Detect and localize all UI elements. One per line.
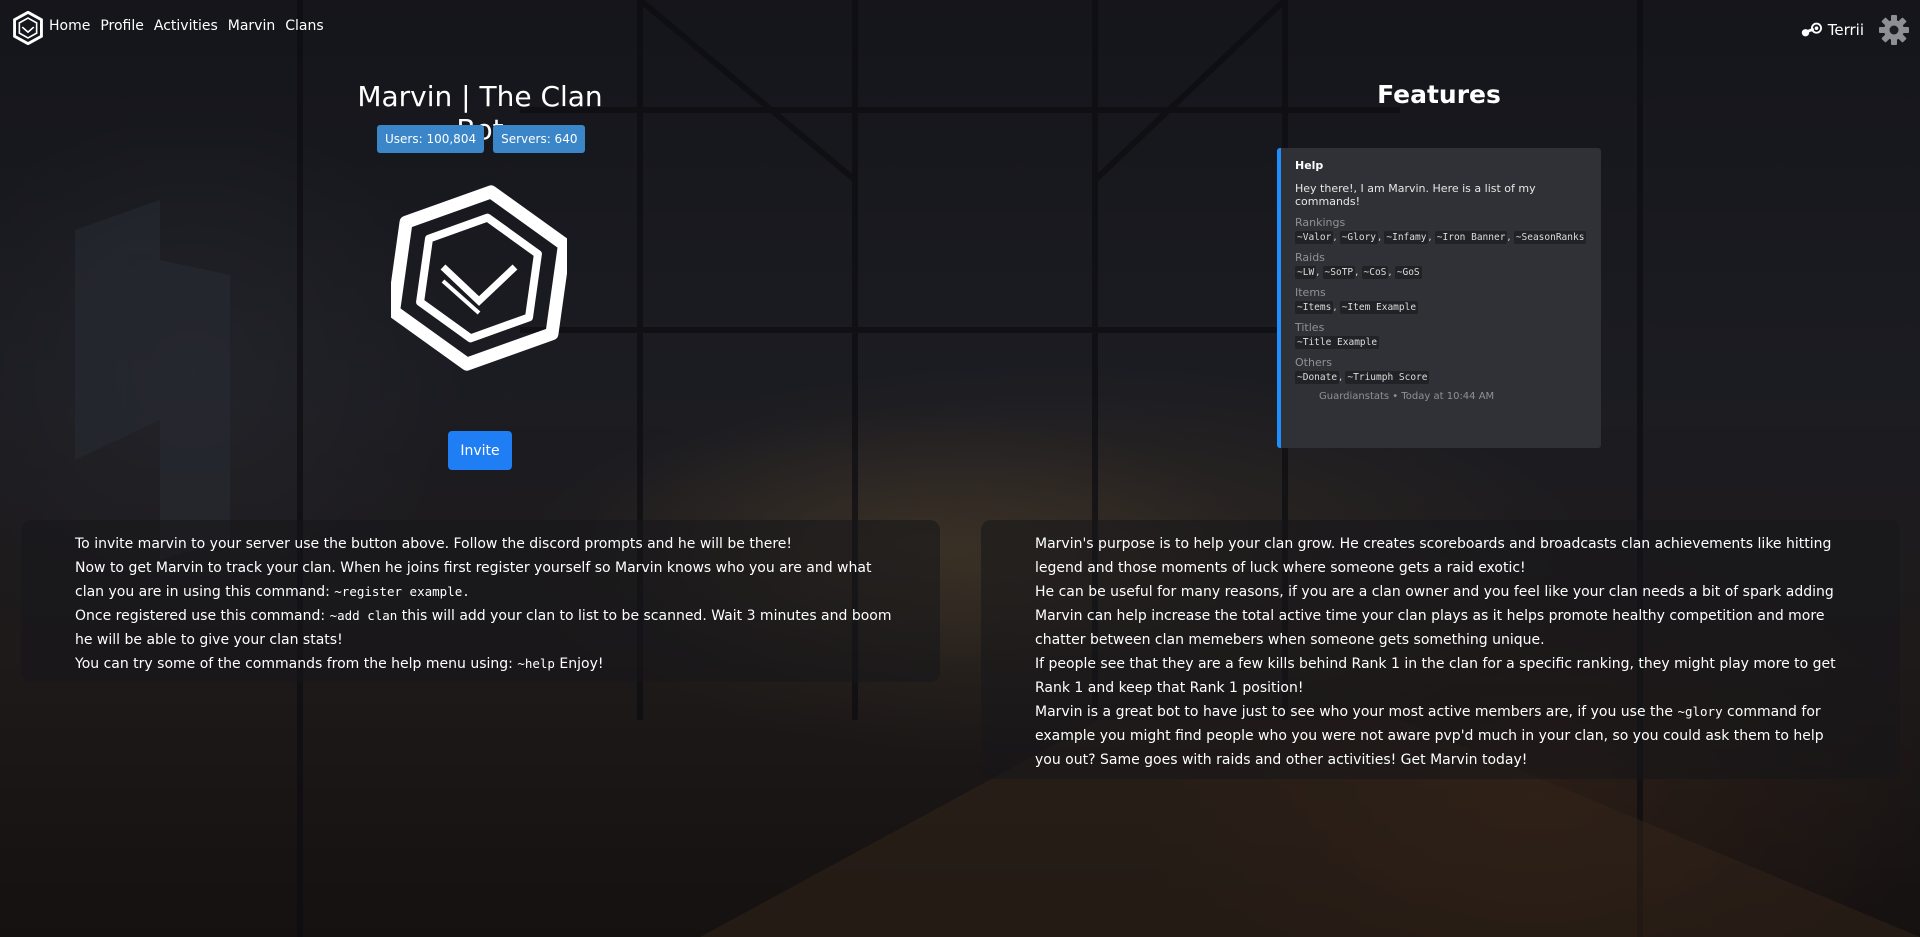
command-code: ~Glory bbox=[1339, 231, 1379, 244]
embed-field-value: ~LW, ~SoTP, ~CoS, ~GoS bbox=[1295, 266, 1422, 279]
features-title: Features bbox=[1377, 80, 1501, 109]
nav-marvin[interactable]: Marvin bbox=[228, 18, 275, 34]
embed-field-value: ~Items, ~Item Example bbox=[1295, 301, 1419, 314]
embed-field: Items ~Items, ~Item Example bbox=[1295, 286, 1587, 314]
steam-icon bbox=[1801, 22, 1822, 37]
help-embed: Help Hey there!, I am Marvin. Here is a … bbox=[1277, 148, 1601, 448]
embed-field-value: ~Title Example bbox=[1295, 336, 1587, 349]
code-snippet: ~add clan bbox=[329, 608, 398, 623]
background-overlay bbox=[0, 0, 1920, 937]
purpose-line: He can be useful for many reasons, if yo… bbox=[1035, 584, 1834, 648]
embed-field-name: Rankings bbox=[1295, 216, 1346, 229]
embed-field: Raids ~LW, ~SoTP, ~CoS, ~GoS bbox=[1295, 251, 1587, 279]
command-code: ~Item Example bbox=[1339, 301, 1419, 314]
command-code: ~LW bbox=[1295, 266, 1317, 279]
embed-footer: Guardianstats • Today at 10:44 AM bbox=[1319, 391, 1495, 402]
embed-field-value: ~Donate, ~Triumph Score bbox=[1295, 371, 1430, 384]
servers-badge: Servers: 640 bbox=[493, 125, 586, 153]
instruction-line: Now to get Marvin to track your clan. Wh… bbox=[75, 560, 872, 600]
command-code: ~SoTP bbox=[1322, 266, 1356, 279]
user-name[interactable]: Terrii bbox=[1828, 21, 1864, 39]
marvin-hex-logo-icon bbox=[391, 185, 567, 371]
purpose-line: Marvin's purpose is to help your clan gr… bbox=[1035, 536, 1832, 576]
code-snippet: ~register example. bbox=[334, 584, 470, 599]
command-code: ~SeasonRanks bbox=[1513, 231, 1587, 244]
gear-icon[interactable] bbox=[1878, 14, 1910, 46]
instruction-line: Once registered use this command: ~add c… bbox=[75, 608, 892, 648]
embed-fields: Rankings ~Valor, ~Glory, ~Infamy, ~Iron B… bbox=[1295, 216, 1587, 384]
navbar: Home Profile Activities Marvin Clans Ter… bbox=[0, 0, 1920, 56]
command-code: ~Donate bbox=[1295, 371, 1340, 384]
embed-field-value: ~Valor, ~Glory, ~Infamy, ~Iron Banner, ~… bbox=[1295, 231, 1587, 244]
stats-badges: Users: 100,804 Servers: 640 bbox=[377, 125, 586, 153]
embed-field-name: Others bbox=[1295, 356, 1332, 369]
command-code: ~Triumph Score bbox=[1345, 371, 1430, 384]
command-code: ~Items bbox=[1295, 301, 1334, 314]
purpose-line: Marvin is a great bot to have just to se… bbox=[1035, 704, 1824, 768]
nav-activities[interactable]: Activities bbox=[154, 18, 218, 34]
instruction-line: You can try some of the commands from th… bbox=[75, 656, 604, 672]
users-badge: Users: 100,804 bbox=[377, 125, 485, 153]
embed-field: Rankings ~Valor, ~Glory, ~Infamy, ~Iron B… bbox=[1295, 216, 1587, 244]
marvin-logo-icon[interactable] bbox=[12, 11, 44, 45]
command-code: ~Iron Banner bbox=[1434, 231, 1508, 244]
invite-button[interactable]: Invite bbox=[448, 431, 512, 470]
instruction-line: To invite marvin to your server use the … bbox=[75, 536, 792, 552]
code-snippet: ~glory bbox=[1677, 704, 1723, 719]
nav-profile[interactable]: Profile bbox=[100, 18, 144, 34]
embed-field: Others ~Donate, ~Triumph Score bbox=[1295, 356, 1587, 384]
user-menu[interactable]: Terrii bbox=[1800, 14, 1910, 46]
nav-home[interactable]: Home bbox=[49, 18, 90, 34]
command-code: ~Title Example bbox=[1295, 336, 1380, 349]
embed-title: Help bbox=[1295, 159, 1324, 172]
purpose-line: If people see that they are a few kills … bbox=[1035, 656, 1836, 696]
code-snippet: ~help bbox=[517, 656, 555, 671]
invite-instructions-panel: To invite marvin to your server use the … bbox=[21, 520, 940, 682]
embed-field: Titles ~Title Example bbox=[1295, 321, 1587, 349]
command-code: ~Valor bbox=[1295, 231, 1334, 244]
nav-clans[interactable]: Clans bbox=[285, 18, 323, 34]
purpose-panel: Marvin's purpose is to help your clan gr… bbox=[981, 520, 1900, 779]
nav-links: Home Profile Activities Marvin Clans bbox=[49, 18, 334, 34]
embed-field-name: Items bbox=[1295, 286, 1326, 299]
embed-field-name: Raids bbox=[1295, 251, 1325, 264]
embed-description: Hey there!, I am Marvin. Here is a list … bbox=[1295, 182, 1536, 208]
command-code: ~Infamy bbox=[1384, 231, 1429, 244]
command-code: ~GoS bbox=[1394, 266, 1422, 279]
command-code: ~CoS bbox=[1361, 266, 1389, 279]
embed-field-name: Titles bbox=[1295, 321, 1325, 334]
